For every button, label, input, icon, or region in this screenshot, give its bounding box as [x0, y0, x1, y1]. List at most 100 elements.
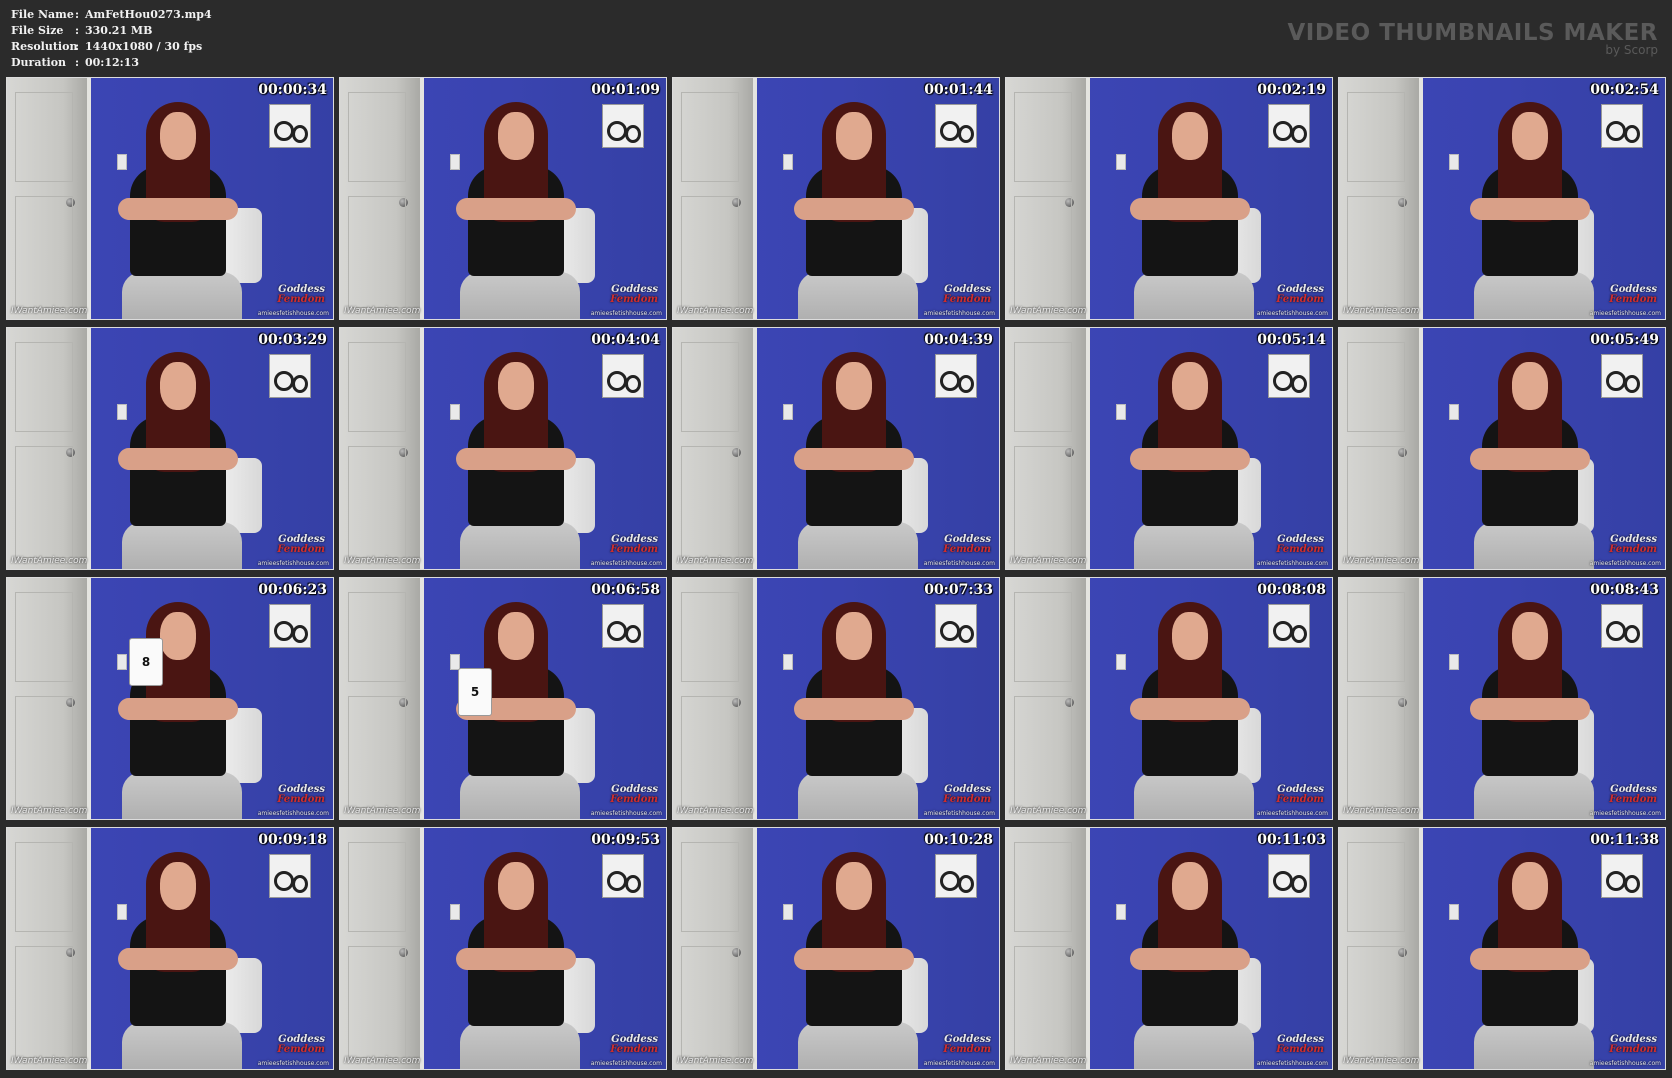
thumbnail-grid: 00:00:34 IWantAmiee.com Goddess Femdom a… [6, 77, 1666, 1070]
door [340, 578, 424, 819]
thumbnail-frame[interactable]: 00:02:19 IWantAmiee.com Goddess Femdom a… [1005, 77, 1333, 320]
info-label: Duration [11, 56, 67, 69]
wall-art [269, 104, 311, 148]
thumbnail-frame[interactable]: 00:10:28 IWantAmiee.com Goddess Femdom a… [672, 827, 1000, 1070]
watermark-left: IWantAmiee.com [11, 1056, 88, 1066]
logo-line2: Femdom [277, 294, 325, 305]
goddess-femdom-logo: Goddess Femdom [1609, 285, 1657, 305]
person-arms [1130, 198, 1250, 220]
person-arms [456, 198, 576, 220]
goddess-femdom-logo: Goddess Femdom [610, 1035, 658, 1055]
thumbnail-frame[interactable]: 00:05:49 IWantAmiee.com Goddess Femdom a… [1338, 327, 1666, 570]
person-legs [1134, 272, 1254, 319]
door [1006, 828, 1090, 1069]
thumbnail-frame[interactable]: 00:09:18 IWantAmiee.com Goddess Femdom a… [6, 827, 334, 1070]
goddess-femdom-logo: Goddess Femdom [1276, 535, 1324, 555]
person-legs [460, 772, 580, 819]
goddess-femdom-logo: Goddess Femdom [1609, 535, 1657, 555]
thumbnail-frame[interactable]: 00:02:54 IWantAmiee.com Goddess Femdom a… [1338, 77, 1666, 320]
watermark-left: IWantAmiee.com [1343, 806, 1420, 816]
thumbnail-frame[interactable]: 00:04:39 IWantAmiee.com Goddess Femdom a… [672, 327, 1000, 570]
wall-art [269, 854, 311, 898]
goddess-femdom-logo: Goddess Femdom [277, 785, 325, 805]
door [7, 578, 91, 819]
thumbnail-frame[interactable]: 00:09:53 IWantAmiee.com Goddess Femdom a… [339, 827, 667, 1070]
person-arms [456, 948, 576, 970]
thumbnail-frame[interactable]: 00:00:34 IWantAmiee.com Goddess Femdom a… [6, 77, 334, 320]
watermark-right: amieesfetishhouse.com [1589, 560, 1661, 567]
wall-art [602, 854, 644, 898]
person [1124, 602, 1264, 819]
logo-line2: Femdom [610, 294, 658, 305]
person-legs [460, 272, 580, 319]
person-face [1512, 112, 1548, 160]
timestamp: 00:08:43 [1590, 582, 1659, 598]
person-face [160, 862, 196, 910]
person-arms [118, 198, 238, 220]
watermark-left: IWantAmiee.com [1010, 806, 1087, 816]
goddess-femdom-logo: Goddess Femdom [943, 1035, 991, 1055]
watermark-left: IWantAmiee.com [677, 556, 754, 566]
person-face [1172, 612, 1208, 660]
info-row-file-size: File Size : 330.21 MB [11, 23, 212, 39]
logo-line2: Femdom [610, 1044, 658, 1055]
person-arms [1470, 948, 1590, 970]
thumbnail-frame[interactable]: 00:07:33 IWantAmiee.com Goddess Femdom a… [672, 577, 1000, 820]
watermark-right: amieesfetishhouse.com [590, 560, 662, 567]
watermark-left: IWantAmiee.com [1010, 556, 1087, 566]
person-face [1172, 362, 1208, 410]
door-knob [399, 698, 408, 707]
thumbnail-frame[interactable]: 00:05:14 IWantAmiee.com Goddess Femdom a… [1005, 327, 1333, 570]
door [340, 78, 424, 319]
timestamp: 00:10:28 [924, 832, 993, 848]
person-face [836, 112, 872, 160]
person [450, 852, 590, 1069]
logo-line2: Femdom [610, 544, 658, 555]
watermark-right: amieesfetishhouse.com [590, 1060, 662, 1067]
thumbnail-frame[interactable]: 8 00:06:23 IWantAmiee.com Goddess Femdom… [6, 577, 334, 820]
logo-line2: Femdom [1276, 294, 1324, 305]
timestamp: 00:11:03 [1257, 832, 1326, 848]
person-face [1172, 112, 1208, 160]
wall-art [1268, 354, 1310, 398]
person-legs [798, 1022, 918, 1069]
light-switch [1449, 404, 1459, 420]
timestamp: 00:01:09 [591, 82, 660, 98]
timestamp: 00:00:34 [258, 82, 327, 98]
person-legs [460, 522, 580, 569]
thumbnail-frame[interactable]: 5 00:06:58 IWantAmiee.com Goddess Femdom… [339, 577, 667, 820]
thumbnail-frame[interactable]: 00:03:29 IWantAmiee.com Goddess Femdom a… [6, 327, 334, 570]
light-switch [1449, 904, 1459, 920]
info-value: 330.21 MB [85, 24, 153, 37]
thumbnail-frame[interactable]: 00:11:03 IWantAmiee.com Goddess Femdom a… [1005, 827, 1333, 1070]
person [1464, 352, 1604, 569]
thumbnail-frame[interactable]: 00:08:08 IWantAmiee.com Goddess Femdom a… [1005, 577, 1333, 820]
wall-art [1601, 854, 1643, 898]
watermark-left: IWantAmiee.com [344, 806, 421, 816]
info-separator: : [75, 24, 80, 37]
door-knob [1398, 448, 1407, 457]
watermark-left: IWantAmiee.com [11, 556, 88, 566]
timestamp: 00:07:33 [924, 582, 993, 598]
door-knob [1065, 198, 1074, 207]
light-switch [1449, 654, 1459, 670]
thumbnail-frame[interactable]: 00:08:43 IWantAmiee.com Goddess Femdom a… [1338, 577, 1666, 820]
watermark-left: IWantAmiee.com [1010, 1056, 1087, 1066]
person-arms [118, 448, 238, 470]
thumbnail-frame[interactable]: 00:01:44 IWantAmiee.com Goddess Femdom a… [672, 77, 1000, 320]
thumbnail-frame[interactable]: 00:01:09 IWantAmiee.com Goddess Femdom a… [339, 77, 667, 320]
info-separator: : [75, 56, 80, 69]
watermark-left: IWantAmiee.com [11, 306, 88, 316]
wall-art [1268, 604, 1310, 648]
person-legs [1474, 272, 1594, 319]
door-knob [1065, 448, 1074, 457]
wall-art [602, 104, 644, 148]
thumbnail-frame[interactable]: 00:11:38 IWantAmiee.com Goddess Femdom a… [1338, 827, 1666, 1070]
thumbnail-frame[interactable]: 00:04:04 IWantAmiee.com Goddess Femdom a… [339, 327, 667, 570]
wall-art [1268, 854, 1310, 898]
timestamp: 00:05:49 [1590, 332, 1659, 348]
person-legs [122, 272, 242, 319]
playing-card: 8 [129, 638, 163, 686]
info-label: Resolution [11, 40, 78, 53]
timestamp: 00:11:38 [1590, 832, 1659, 848]
